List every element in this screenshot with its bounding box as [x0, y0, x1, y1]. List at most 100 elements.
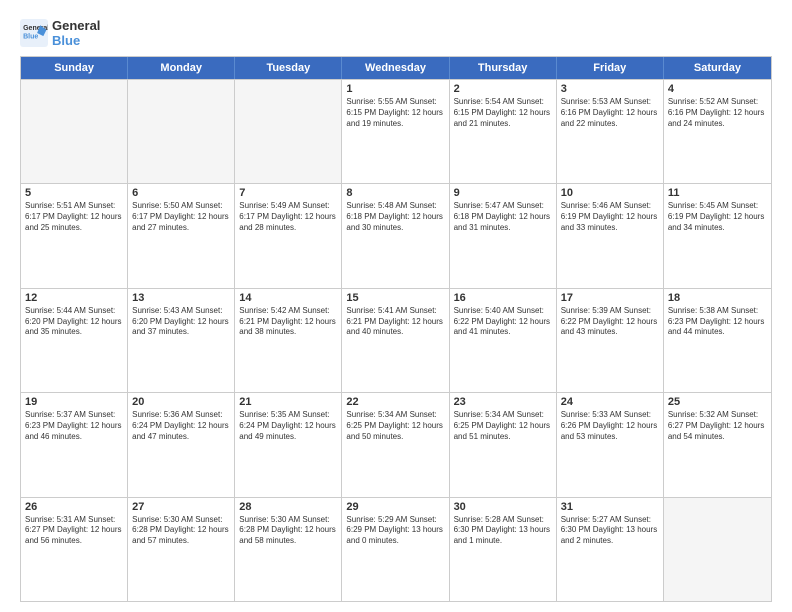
calendar-cell: 4Sunrise: 5:52 AM Sunset: 6:16 PM Daylig…: [664, 80, 771, 183]
page: General Blue General Blue SundayMondayTu…: [0, 0, 792, 612]
day-info: Sunrise: 5:28 AM Sunset: 6:30 PM Dayligh…: [454, 515, 552, 547]
day-info: Sunrise: 5:38 AM Sunset: 6:23 PM Dayligh…: [668, 306, 767, 338]
calendar-row: 26 Sunrise: 5:31 AM Sunset: 6:27 PM Dayli…: [21, 497, 771, 601]
calendar-cell: 7 Sunrise: 5:49 AM Sunset: 6:17 PM Daylig…: [235, 184, 342, 287]
calendar-cell: 20Sunrise: 5:36 AM Sunset: 6:24 PM Dayli…: [128, 393, 235, 496]
calendar-cell: 25 Sunrise: 5:32 AM Sunset: 6:27 PM Dayli…: [664, 393, 771, 496]
day-info: Sunrise: 5:54 AM Sunset: 6:15 PM Dayligh…: [454, 97, 552, 129]
day-number: 9: [454, 187, 552, 199]
day-info: Sunrise: 5:29 AM Sunset: 6:29 PM Dayligh…: [346, 515, 444, 547]
cal-header-day: Thursday: [450, 57, 557, 79]
day-info: Sunrise: 5:51 AM Sunset: 6:17 PM Dayligh…: [25, 201, 123, 233]
calendar-cell: 3Sunrise: 5:53 AM Sunset: 6:16 PM Daylig…: [557, 80, 664, 183]
calendar-cell: [128, 80, 235, 183]
day-number: 22: [346, 396, 444, 408]
day-number: 10: [561, 187, 659, 199]
svg-text:Blue: Blue: [23, 33, 38, 40]
calendar-cell: 22 Sunrise: 5:34 AM Sunset: 6:25 PM Dayli…: [342, 393, 449, 496]
day-number: 7: [239, 187, 337, 199]
day-number: 25: [668, 396, 767, 408]
calendar-cell: 14 Sunrise: 5:42 AM Sunset: 6:21 PM Dayli…: [235, 289, 342, 392]
day-info: Sunrise: 5:39 AM Sunset: 6:22 PM Dayligh…: [561, 306, 659, 338]
calendar-cell: [21, 80, 128, 183]
cal-header-day: Sunday: [21, 57, 128, 79]
cal-header-day: Tuesday: [235, 57, 342, 79]
day-number: 30: [454, 501, 552, 513]
day-info: Sunrise: 5:27 AM Sunset: 6:30 PM Dayligh…: [561, 515, 659, 547]
day-info: Sunrise: 5:52 AM Sunset: 6:16 PM Dayligh…: [668, 97, 767, 129]
calendar-cell: 17 Sunrise: 5:39 AM Sunset: 6:22 PM Dayli…: [557, 289, 664, 392]
day-info: Sunrise: 5:42 AM Sunset: 6:21 PM Dayligh…: [239, 306, 337, 338]
day-info: Sunrise: 5:48 AM Sunset: 6:18 PM Dayligh…: [346, 201, 444, 233]
cal-header-day: Monday: [128, 57, 235, 79]
day-number: 18: [668, 292, 767, 304]
day-info: Sunrise: 5:46 AM Sunset: 6:19 PM Dayligh…: [561, 201, 659, 233]
calendar-cell: 15 Sunrise: 5:41 AM Sunset: 6:21 PM Dayli…: [342, 289, 449, 392]
calendar-cell: 2 Sunrise: 5:54 AM Sunset: 6:15 PM Daylig…: [450, 80, 557, 183]
day-number: 11: [668, 187, 767, 199]
day-number: 2: [454, 83, 552, 95]
calendar-cell: 6 Sunrise: 5:50 AM Sunset: 6:17 PM Daylig…: [128, 184, 235, 287]
logo: General Blue General Blue: [20, 18, 100, 48]
day-info: Sunrise: 5:55 AM Sunset: 6:15 PM Dayligh…: [346, 97, 444, 129]
day-number: 29: [346, 501, 444, 513]
day-info: Sunrise: 5:31 AM Sunset: 6:27 PM Dayligh…: [25, 515, 123, 547]
calendar-cell: 23 Sunrise: 5:34 AM Sunset: 6:25 PM Dayli…: [450, 393, 557, 496]
calendar-cell: 16 Sunrise: 5:40 AM Sunset: 6:22 PM Dayli…: [450, 289, 557, 392]
day-info: Sunrise: 5:40 AM Sunset: 6:22 PM Dayligh…: [454, 306, 552, 338]
calendar-cell: 30 Sunrise: 5:28 AM Sunset: 6:30 PM Dayli…: [450, 498, 557, 601]
calendar-cell: 1 Sunrise: 5:55 AM Sunset: 6:15 PM Daylig…: [342, 80, 449, 183]
day-info: Sunrise: 5:44 AM Sunset: 6:20 PM Dayligh…: [25, 306, 123, 338]
day-number: 28: [239, 501, 337, 513]
day-number: 16: [454, 292, 552, 304]
day-info: Sunrise: 5:41 AM Sunset: 6:21 PM Dayligh…: [346, 306, 444, 338]
calendar-cell: 11Sunrise: 5:45 AM Sunset: 6:19 PM Dayli…: [664, 184, 771, 287]
calendar-cell: 12 Sunrise: 5:44 AM Sunset: 6:20 PM Dayli…: [21, 289, 128, 392]
day-number: 19: [25, 396, 123, 408]
cal-header-day: Friday: [557, 57, 664, 79]
calendar-cell: 24Sunrise: 5:33 AM Sunset: 6:26 PM Dayli…: [557, 393, 664, 496]
calendar-cell: 19Sunrise: 5:37 AM Sunset: 6:23 PM Dayli…: [21, 393, 128, 496]
day-number: 27: [132, 501, 230, 513]
calendar-body: 1 Sunrise: 5:55 AM Sunset: 6:15 PM Daylig…: [21, 79, 771, 601]
day-info: Sunrise: 5:34 AM Sunset: 6:25 PM Dayligh…: [346, 410, 444, 442]
calendar-cell: 28 Sunrise: 5:30 AM Sunset: 6:28 PM Dayli…: [235, 498, 342, 601]
day-info: Sunrise: 5:34 AM Sunset: 6:25 PM Dayligh…: [454, 410, 552, 442]
day-number: 6: [132, 187, 230, 199]
calendar-cell: 31Sunrise: 5:27 AM Sunset: 6:30 PM Dayli…: [557, 498, 664, 601]
day-info: Sunrise: 5:32 AM Sunset: 6:27 PM Dayligh…: [668, 410, 767, 442]
day-number: 23: [454, 396, 552, 408]
calendar-cell: 10 Sunrise: 5:46 AM Sunset: 6:19 PM Dayli…: [557, 184, 664, 287]
calendar-cell: 13Sunrise: 5:43 AM Sunset: 6:20 PM Dayli…: [128, 289, 235, 392]
day-number: 8: [346, 187, 444, 199]
calendar-header: SundayMondayTuesdayWednesdayThursdayFrid…: [21, 57, 771, 79]
calendar-cell: 29 Sunrise: 5:29 AM Sunset: 6:29 PM Dayli…: [342, 498, 449, 601]
calendar-cell: 27Sunrise: 5:30 AM Sunset: 6:28 PM Dayli…: [128, 498, 235, 601]
calendar-row: 12 Sunrise: 5:44 AM Sunset: 6:20 PM Dayli…: [21, 288, 771, 392]
calendar-cell: 8 Sunrise: 5:48 AM Sunset: 6:18 PM Daylig…: [342, 184, 449, 287]
day-info: Sunrise: 5:50 AM Sunset: 6:17 PM Dayligh…: [132, 201, 230, 233]
day-number: 20: [132, 396, 230, 408]
day-number: 14: [239, 292, 337, 304]
day-number: 12: [25, 292, 123, 304]
calendar: SundayMondayTuesdayWednesdayThursdayFrid…: [20, 56, 772, 602]
day-info: Sunrise: 5:35 AM Sunset: 6:24 PM Dayligh…: [239, 410, 337, 442]
calendar-cell: 9Sunrise: 5:47 AM Sunset: 6:18 PM Daylig…: [450, 184, 557, 287]
calendar-cell: 26 Sunrise: 5:31 AM Sunset: 6:27 PM Dayli…: [21, 498, 128, 601]
logo-text: General Blue: [52, 18, 100, 48]
header: General Blue General Blue: [20, 18, 772, 48]
calendar-row: 1 Sunrise: 5:55 AM Sunset: 6:15 PM Daylig…: [21, 79, 771, 183]
calendar-cell: [664, 498, 771, 601]
day-number: 15: [346, 292, 444, 304]
day-number: 24: [561, 396, 659, 408]
day-number: 17: [561, 292, 659, 304]
day-info: Sunrise: 5:30 AM Sunset: 6:28 PM Dayligh…: [239, 515, 337, 547]
day-number: 26: [25, 501, 123, 513]
cal-header-day: Wednesday: [342, 57, 449, 79]
calendar-cell: 21Sunrise: 5:35 AM Sunset: 6:24 PM Dayli…: [235, 393, 342, 496]
calendar-cell: 18 Sunrise: 5:38 AM Sunset: 6:23 PM Dayli…: [664, 289, 771, 392]
day-info: Sunrise: 5:49 AM Sunset: 6:17 PM Dayligh…: [239, 201, 337, 233]
calendar-cell: [235, 80, 342, 183]
day-number: 1: [346, 83, 444, 95]
day-number: 13: [132, 292, 230, 304]
